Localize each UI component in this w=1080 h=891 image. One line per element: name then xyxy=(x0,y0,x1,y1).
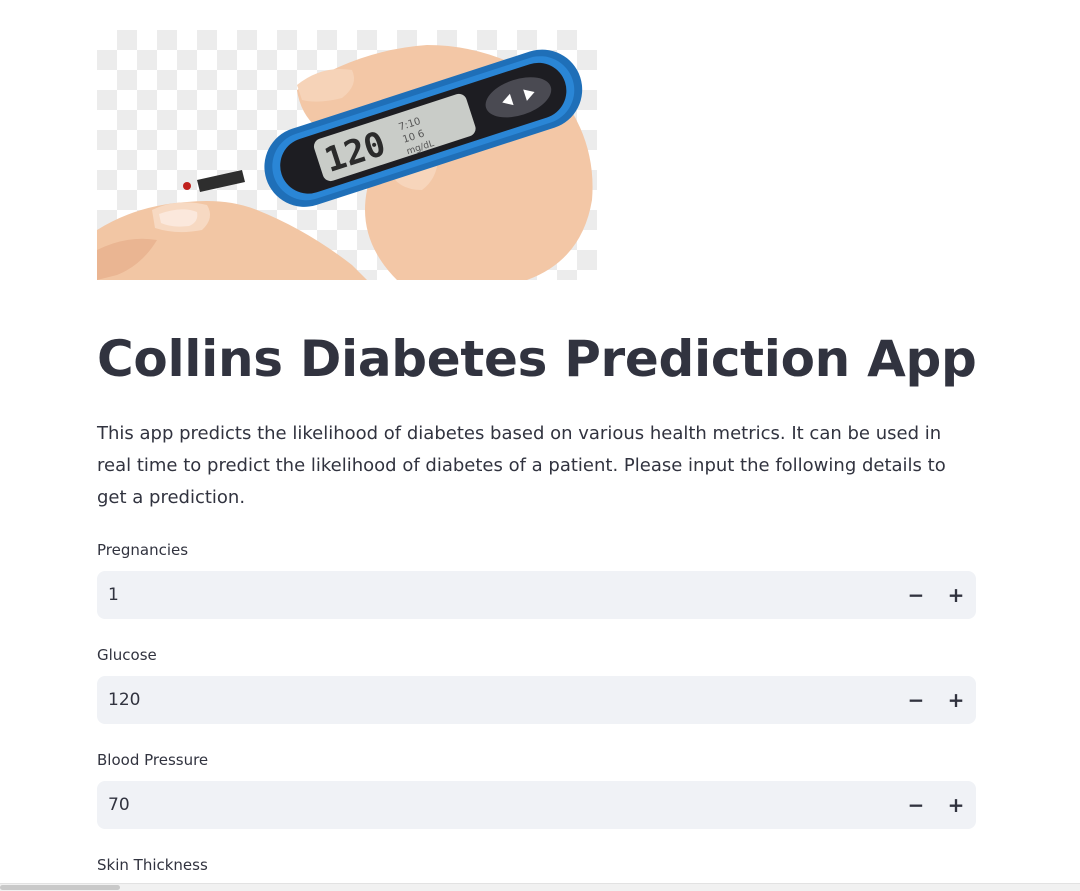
glucose-decrement-button[interactable]: − xyxy=(896,676,936,724)
pregnancies-label: Pregnancies xyxy=(97,541,189,559)
blood-pressure-label: Blood Pressure xyxy=(97,751,209,769)
skin-thickness-label: Skin Thickness xyxy=(97,856,208,874)
glucose-input[interactable] xyxy=(108,676,868,724)
blood-pressure-input[interactable] xyxy=(108,781,868,829)
horizontal-scrollbar[interactable] xyxy=(0,883,1080,891)
app-description: This app predicts the likelihood of diab… xyxy=(97,423,946,508)
blood-pressure-number-input: − + xyxy=(97,781,976,829)
pregnancies-decrement-button[interactable]: − xyxy=(896,571,936,619)
main-content: 120 7:10 10 6 mg/dL Collins Diabetes Pre… xyxy=(97,30,977,891)
page-title: Collins Diabetes Prediction App xyxy=(97,330,977,388)
pregnancies-number-input: − + xyxy=(97,571,976,619)
glucose-meter-illustration: 120 7:10 10 6 mg/dL xyxy=(97,45,593,280)
glucose-increment-button[interactable]: + xyxy=(936,676,976,724)
blood-pressure-increment-button[interactable]: + xyxy=(936,781,976,829)
pregnancies-increment-button[interactable]: + xyxy=(936,571,976,619)
pregnancies-field: Pregnancies − + xyxy=(97,540,976,619)
pregnancies-input[interactable] xyxy=(108,571,868,619)
blood-pressure-field: Blood Pressure − + xyxy=(97,750,976,829)
app-page: 120 7:10 10 6 mg/dL Collins Diabetes Pre… xyxy=(0,0,1080,891)
glucose-meter-image: 120 7:10 10 6 mg/dL xyxy=(97,30,597,280)
blood-pressure-decrement-button[interactable]: − xyxy=(896,781,936,829)
glucose-number-input: − + xyxy=(97,676,976,724)
horizontal-scrollbar-thumb[interactable] xyxy=(0,885,120,890)
glucose-label: Glucose xyxy=(97,646,157,664)
glucose-field: Glucose − + xyxy=(97,645,976,724)
